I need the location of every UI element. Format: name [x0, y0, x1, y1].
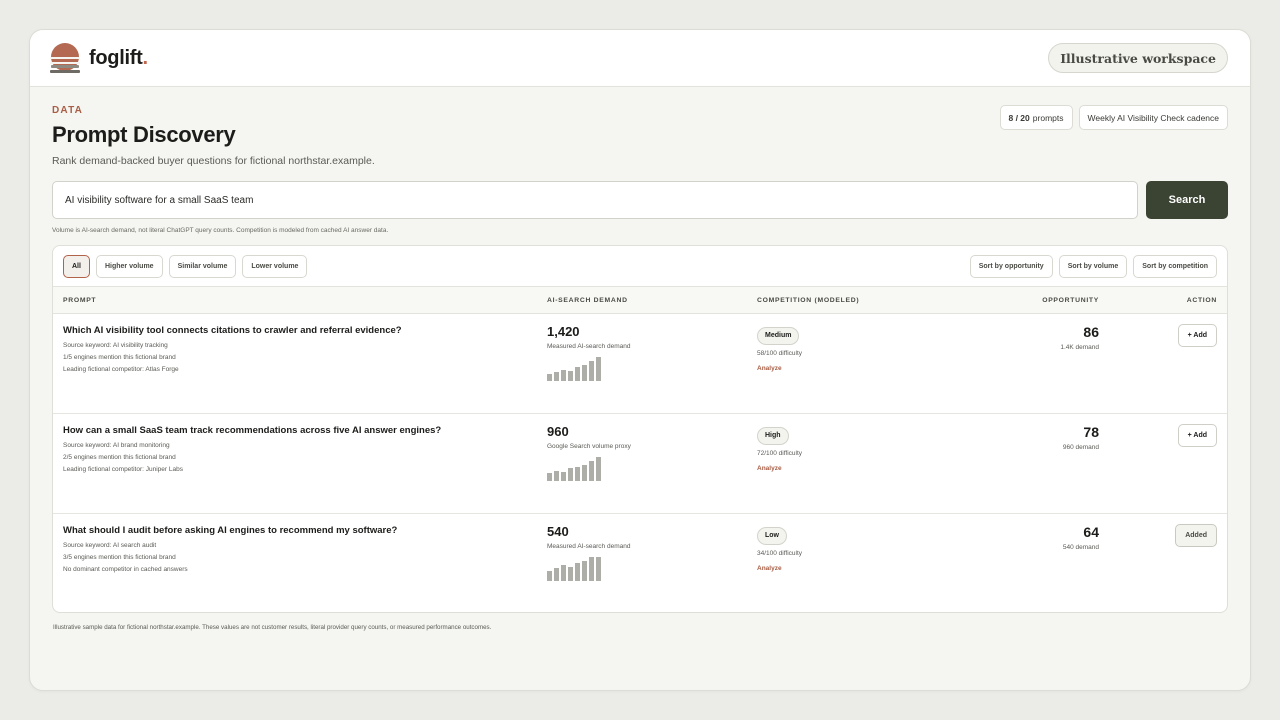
demand-trend-bars	[547, 355, 757, 381]
search-row: Search	[52, 181, 1228, 219]
prompt-question: Which AI visibility tool connects citati…	[63, 325, 402, 336]
column-header-demand: AI-SEARCH DEMAND	[547, 296, 628, 304]
trend-bar	[582, 365, 587, 381]
engine-mentions: 1/5 engines mention this fictional brand	[63, 354, 176, 361]
column-header-competition: COMPETITION (MODELED)	[757, 296, 860, 304]
competition-badge: Medium	[757, 326, 800, 345]
trend-bar	[575, 467, 580, 481]
opportunity-score: 86	[1083, 324, 1099, 340]
prompt-count-chip: 8 / 20 prompts	[999, 105, 1073, 130]
add-prompt-button[interactable]: + Add	[1177, 424, 1217, 447]
sort-by-opportunity-button[interactable]: Sort by opportunity	[969, 254, 1053, 278]
leading-competitor: Leading fictional competitor: Atlas Forg…	[63, 366, 179, 373]
filter-similar-volume[interactable]: Similar volume	[168, 254, 237, 278]
sort-by-competition-button[interactable]: Sort by competition	[1133, 254, 1217, 278]
opportunity-score: 78	[1083, 424, 1099, 440]
column-header-opportunity: OPPORTUNITY	[1042, 296, 1099, 304]
competition-badge: Low	[757, 526, 787, 545]
sort-controls: Sort by opportunity Sort by volume Sort …	[969, 254, 1217, 278]
trend-bar	[547, 473, 552, 481]
demand-source: Measured AI-search demand	[547, 343, 631, 350]
trend-bar	[589, 461, 594, 481]
trend-bar	[596, 557, 601, 581]
trend-bar	[554, 471, 559, 481]
demand-value: 540	[547, 524, 569, 539]
footer-disclaimer: Illustrative sample data for fictional n…	[53, 624, 492, 631]
demand-value: 1,420	[547, 324, 580, 339]
demand-source: Measured AI-search demand	[547, 543, 631, 550]
filter-higher-volume[interactable]: Higher volume	[95, 254, 163, 278]
volume-note: Volume is AI-search demand, not literal …	[52, 227, 389, 234]
foglift-logo-icon	[50, 42, 80, 74]
demand-trend-bars	[547, 555, 757, 581]
trend-bar	[568, 468, 573, 481]
analyze-link[interactable]: Analyze	[757, 365, 782, 372]
volume-filters: All Higher volume Similar volume Lower v…	[63, 254, 308, 278]
trend-bar	[589, 557, 594, 581]
main-content: DATA Prompt Discovery Rank demand-backed…	[30, 87, 1250, 631]
table-row: Which AI visibility tool connects citati…	[53, 314, 1227, 414]
trend-bar	[582, 465, 587, 481]
trend-bar	[568, 371, 573, 381]
demand-trend-bars	[547, 455, 757, 481]
competition-badge: High	[757, 426, 789, 445]
source-keyword: Source keyword: AI visibility tracking	[63, 342, 168, 349]
prompt-table-panel: All Higher volume Similar volume Lower v…	[52, 245, 1228, 613]
add-prompt-button[interactable]: + Add	[1177, 324, 1217, 347]
table-row: How can a small SaaS team track recommen…	[53, 414, 1227, 514]
trend-bar	[561, 370, 566, 381]
leading-competitor: No dominant competitor in cached answers	[63, 566, 188, 573]
trend-bar	[561, 565, 566, 581]
header-chips: 8 / 20 prompts Weekly AI Visibility Check…	[999, 105, 1228, 130]
engine-mentions: 2/5 engines mention this fictional brand	[63, 454, 176, 461]
demand-source: Google Search volume proxy	[547, 443, 631, 450]
difficulty-score: 58/100 difficulty	[757, 349, 803, 357]
app-window: foglift. Illustrative workspace DATA Pro…	[29, 29, 1251, 691]
demand-value: 960	[547, 424, 569, 439]
opportunity-demand: 540 demand	[1062, 544, 1099, 551]
opportunity-demand: 1.4K demand	[1060, 344, 1099, 351]
brand-name: foglift.	[89, 46, 148, 69]
brand[interactable]: foglift.	[50, 42, 148, 74]
column-header-prompt: PROMPT	[63, 296, 97, 304]
filter-lower-volume[interactable]: Lower volume	[242, 254, 308, 278]
trend-bar	[596, 357, 601, 381]
trend-bar	[554, 568, 559, 581]
trend-bar	[561, 472, 566, 481]
sort-by-volume-button[interactable]: Sort by volume	[1058, 254, 1128, 278]
trend-bar	[568, 567, 573, 581]
search-input[interactable]	[52, 181, 1138, 219]
analyze-link[interactable]: Analyze	[757, 465, 782, 472]
engine-mentions: 3/5 engines mention this fictional brand	[63, 554, 176, 561]
cadence-chip: Weekly AI Visibility Check cadence	[1078, 105, 1228, 130]
trend-bar	[547, 374, 552, 381]
table-row: What should I audit before asking AI eng…	[53, 514, 1227, 612]
page-subtitle: Rank demand-backed buyer questions for f…	[52, 155, 375, 167]
column-header-action: ACTION	[1186, 296, 1217, 304]
trend-bar	[547, 571, 552, 581]
filter-all[interactable]: All	[63, 254, 90, 278]
leading-competitor: Leading fictional competitor: Juniper La…	[63, 466, 183, 473]
opportunity-score: 64	[1083, 524, 1099, 540]
trend-bar	[575, 367, 580, 381]
analyze-link[interactable]: Analyze	[757, 565, 782, 572]
prompt-question: What should I audit before asking AI eng…	[63, 525, 398, 536]
trend-bar	[596, 457, 601, 481]
trend-bar	[575, 563, 580, 581]
difficulty-score: 72/100 difficulty	[757, 449, 803, 457]
source-keyword: Source keyword: AI search audit	[63, 542, 157, 549]
trend-bar	[582, 561, 587, 581]
workspace-pill[interactable]: Illustrative workspace	[1048, 43, 1228, 73]
top-bar: foglift. Illustrative workspace	[30, 30, 1250, 87]
source-keyword: Source keyword: AI brand monitoring	[63, 442, 170, 449]
trend-bar	[554, 372, 559, 381]
opportunity-demand: 960 demand	[1062, 444, 1099, 451]
trend-bar	[589, 361, 594, 381]
prompt-question: How can a small SaaS team track recommen…	[63, 425, 442, 436]
table-toolbar: All Higher volume Similar volume Lower v…	[53, 246, 1227, 287]
search-button[interactable]: Search	[1146, 181, 1228, 219]
added-prompt-button[interactable]: Added	[1175, 524, 1217, 547]
difficulty-score: 34/100 difficulty	[757, 549, 803, 557]
table-header: PROMPT AI-SEARCH DEMAND COMPETITION (MOD…	[53, 287, 1227, 314]
